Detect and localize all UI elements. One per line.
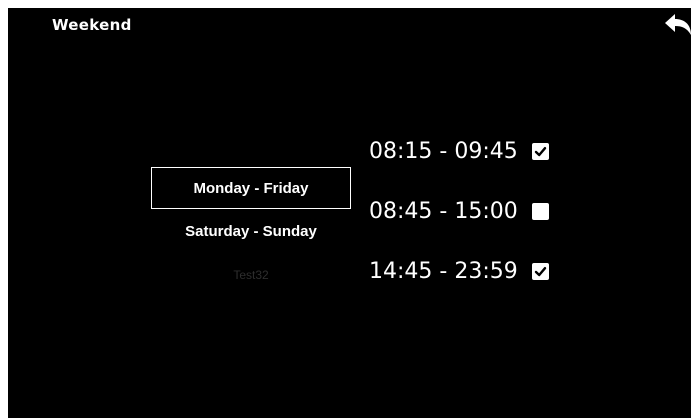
- day-option-monday-friday[interactable]: Monday - Friday: [151, 167, 351, 209]
- time-slot-checkbox[interactable]: [532, 202, 549, 220]
- time-slot-row: 08:45 - 15:00: [369, 196, 549, 226]
- checkmark-icon: [534, 266, 547, 276]
- time-slot-label: 08:45 - 15:00: [369, 198, 518, 224]
- day-option-saturday-sunday[interactable]: Saturday - Sunday: [151, 220, 351, 244]
- time-slot-label: 14:45 - 23:59: [369, 258, 518, 284]
- time-slot-row: 08:15 - 09:45: [369, 136, 549, 166]
- app-screen: Weekend Monday - Friday Saturday - Sunda…: [8, 8, 691, 418]
- time-slot-checkbox[interactable]: [532, 262, 549, 280]
- back-arrow-icon: [665, 14, 691, 35]
- time-slot-row: 14:45 - 23:59: [369, 256, 549, 286]
- checkmark-icon: [534, 146, 547, 156]
- time-slot-checkbox[interactable]: [532, 142, 549, 160]
- back-button[interactable]: [664, 13, 691, 39]
- time-slot-label: 08:15 - 09:45: [369, 138, 518, 164]
- page-title: Weekend: [52, 16, 132, 34]
- day-option-test32[interactable]: Test32: [151, 265, 351, 285]
